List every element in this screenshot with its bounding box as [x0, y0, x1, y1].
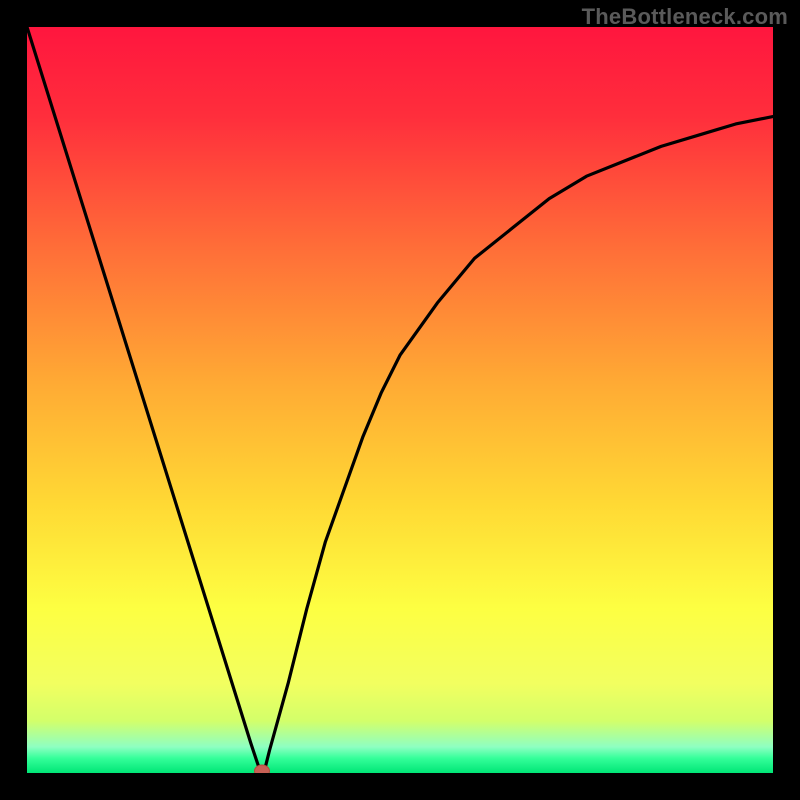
plot-svg: [27, 27, 773, 773]
chart-frame: TheBottleneck.com: [0, 0, 800, 800]
gradient-background: [27, 27, 773, 773]
watermark-text: TheBottleneck.com: [582, 4, 788, 30]
minimum-marker: [254, 765, 269, 773]
plot-area: [27, 27, 773, 773]
